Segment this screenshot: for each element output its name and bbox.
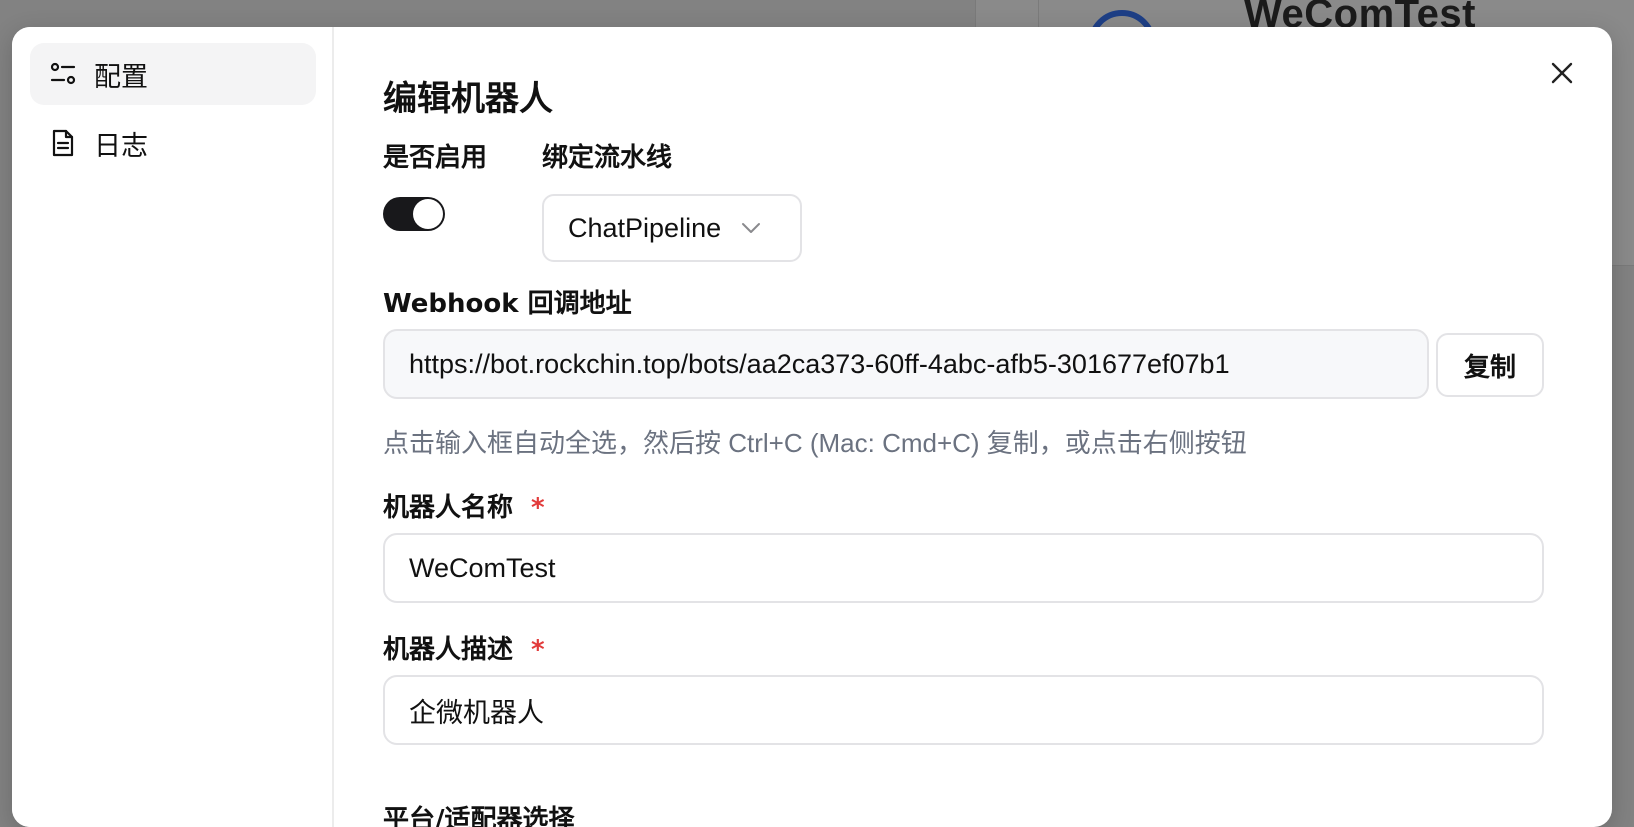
toggle-knob bbox=[413, 199, 443, 229]
enable-label: 是否启用 bbox=[383, 143, 488, 173]
pipeline-select[interactable]: ChatPipeline bbox=[542, 194, 802, 262]
enable-toggle[interactable] bbox=[383, 197, 445, 231]
sliders-icon bbox=[48, 59, 78, 89]
document-icon bbox=[48, 128, 78, 158]
chevron-down-icon bbox=[741, 217, 763, 239]
bot-description-input[interactable]: 企微机器人 bbox=[383, 675, 1544, 745]
webhook-hint: 点击输入框自动全选，然后按 Ctrl+C (Mac: Cmd+C) 复制，或点击… bbox=[383, 428, 1247, 458]
sidebar-item-logs[interactable]: 日志 bbox=[30, 112, 316, 174]
bot-name-label: 机器人名称 * bbox=[383, 487, 545, 524]
bot-name-input[interactable]: WeComTest bbox=[383, 533, 1544, 603]
bot-description-label: 机器人描述 * bbox=[383, 629, 545, 666]
edit-bot-dialog: 配置 日志 编辑机器人 是否启用 绑定流水线 ChatPipeline Webh… bbox=[12, 27, 1612, 827]
webhook-label: Webhook 回调地址 bbox=[383, 289, 632, 319]
adapter-section-label: 平台/适配器选择 bbox=[383, 805, 575, 827]
close-button[interactable] bbox=[1544, 57, 1580, 93]
sidebar-item-label: 日志 bbox=[94, 130, 148, 162]
pipeline-select-value: ChatPipeline bbox=[568, 212, 722, 243]
required-mark: * bbox=[531, 493, 545, 523]
dialog-title: 编辑机器人 bbox=[383, 79, 553, 119]
webhook-url-input[interactable]: https://bot.rockchin.top/bots/aa2ca373-6… bbox=[383, 329, 1429, 399]
sidebar-item-label: 配置 bbox=[94, 61, 148, 93]
required-mark: * bbox=[531, 635, 545, 665]
pipeline-label: 绑定流水线 bbox=[542, 143, 673, 173]
copy-button[interactable]: 复制 bbox=[1436, 333, 1544, 397]
bot-name-label-text: 机器人名称 bbox=[383, 493, 514, 523]
dialog-sidebar: 配置 日志 bbox=[12, 27, 334, 827]
bot-description-label-text: 机器人描述 bbox=[383, 635, 514, 665]
close-icon bbox=[1550, 61, 1574, 89]
sidebar-item-config[interactable]: 配置 bbox=[30, 43, 316, 105]
